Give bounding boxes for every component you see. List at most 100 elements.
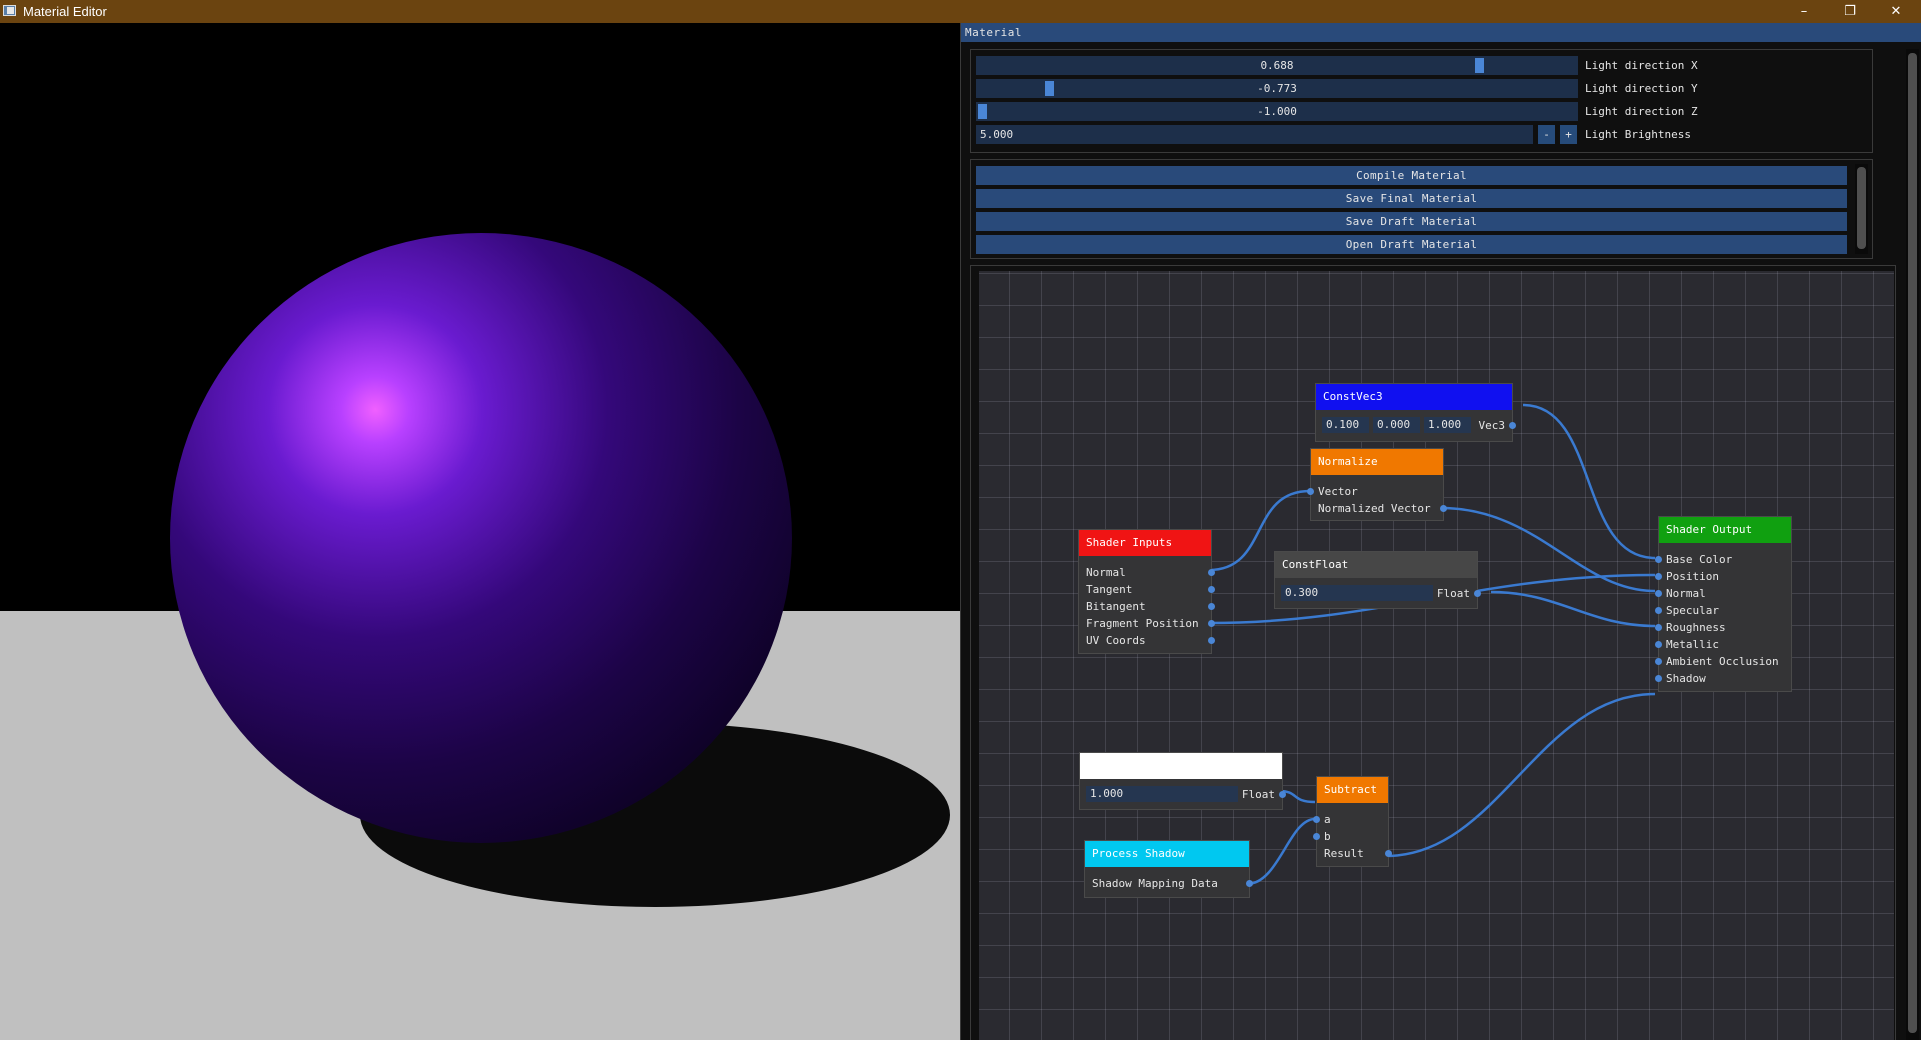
output-label: Float [1241,788,1275,801]
light-direction-z-slider[interactable]: -1.000 [976,102,1578,121]
node-row: Normal [1655,585,1791,602]
vec3-y-input[interactable]: 0.000 [1373,417,1420,433]
light-settings-group: 0.688 Light direction X -0.773 Light dir… [970,49,1873,153]
save-final-material-button[interactable]: Save Final Material [976,189,1847,208]
node-pins: a b Result [1313,811,1392,862]
render-viewport[interactable] [0,23,960,1040]
node-row: Shadow [1655,670,1791,687]
compile-material-button[interactable]: Compile Material [976,166,1847,185]
save-draft-material-button[interactable]: Save Draft Material [976,212,1847,231]
input-pin[interactable] [1655,556,1662,563]
input-pin[interactable] [1655,624,1662,631]
output-label: Shadow Mapping Data [1092,877,1218,890]
output-label: Normalized Vector [1318,502,1431,515]
node-row: Base Color [1655,551,1791,568]
input-label: Ambient Occlusion [1666,655,1779,668]
output-pin[interactable] [1208,569,1215,576]
scrollbar-thumb[interactable] [1857,167,1866,249]
input-pin[interactable] [1655,641,1662,648]
node-row: 0.100 0.000 1.000 Vec3 [1316,410,1516,440]
node-row: Normal [1079,564,1215,581]
panel-scrollbar[interactable] [1906,49,1919,1040]
output-pin[interactable] [1208,637,1215,644]
output-label: Result [1324,847,1364,860]
output-pin[interactable] [1440,505,1447,512]
slider-grab[interactable] [978,104,987,119]
node-subtract[interactable]: Subtract a b Result [1313,776,1392,867]
input-label: Specular [1666,604,1719,617]
node-row: 1.000 Float [1080,779,1286,809]
vec3-x-input[interactable]: 0.100 [1322,417,1369,433]
node-editor-canvas[interactable]: ConstVec3 0.100 0.000 1.000 Vec3 Normali… [979,271,1894,1040]
light-direction-y-slider[interactable]: -0.773 [976,79,1578,98]
light-direction-x-slider[interactable]: 0.688 [976,56,1578,75]
node-header[interactable]: Normalize [1311,449,1443,475]
node-row: Metallic [1655,636,1791,653]
node-header[interactable]: Shader Output [1659,517,1791,543]
scrollbar-thumb[interactable] [1908,53,1917,1033]
float-value-input[interactable]: 1.000 [1086,786,1238,802]
output-pin[interactable] [1208,586,1215,593]
node-header[interactable]: Shader Inputs [1079,530,1211,556]
light-brightness-label: Light Brightness [1585,128,1691,141]
node-constfloat[interactable]: ConstFloat 0.300 Float [1274,551,1481,609]
output-pin[interactable] [1474,590,1481,597]
node-header[interactable]: Process Shadow [1085,841,1249,867]
input-label: Shadow [1666,672,1706,685]
node-header[interactable]: Subtract [1317,777,1388,803]
restore-button[interactable]: ❐ [1827,0,1873,23]
output-label: Bitangent [1086,600,1146,613]
light-direction-y-label: Light direction Y [1585,82,1698,95]
input-pin[interactable] [1307,488,1314,495]
input-pin[interactable] [1655,658,1662,665]
output-pin[interactable] [1385,850,1392,857]
input-pin[interactable] [1313,816,1320,823]
output-pin[interactable] [1509,422,1516,429]
node-shader-output[interactable]: Shader Output Base Color Position Normal… [1655,516,1792,692]
scene-render [0,233,960,1040]
input-label: Base Color [1666,553,1733,566]
input-label: Vector [1318,485,1358,498]
light-brightness-input[interactable]: 5.000 [976,125,1533,144]
input-pin[interactable] [1655,607,1662,614]
slider-grab[interactable] [1045,81,1054,96]
node-constvec3[interactable]: ConstVec3 0.100 0.000 1.000 Vec3 [1315,383,1516,442]
node-header[interactable] [1080,753,1282,779]
input-pin[interactable] [1655,573,1662,580]
output-label: Fragment Position [1086,617,1199,630]
input-label: Metallic [1666,638,1719,651]
minimize-button[interactable]: – [1781,0,1827,23]
brightness-minus-button[interactable]: - [1538,125,1555,144]
link-vec3-to-base-color [1522,403,1656,560]
input-pin[interactable] [1655,590,1662,597]
slider-value: -1.000 [1257,105,1297,118]
node-float-unnamed[interactable]: 1.000 Float [1079,752,1286,810]
float-value-input[interactable]: 0.300 [1281,585,1433,601]
open-draft-material-button[interactable]: Open Draft Material [976,235,1847,254]
node-outputs: Normal Tangent Bitangent Fragment Positi… [1079,564,1215,649]
output-pin[interactable] [1279,791,1286,798]
input-pin[interactable] [1655,675,1662,682]
node-process-shadow[interactable]: Process Shadow Shadow Mapping Data [1084,840,1253,898]
node-normalize[interactable]: Normalize Vector Normalized Vector [1307,448,1447,521]
node-shader-inputs[interactable]: Shader Inputs Normal Tangent Bitangent F… [1078,529,1215,654]
node-row: UV Coords [1079,632,1215,649]
input-pin[interactable] [1313,833,1320,840]
node-inputs: Base Color Position Normal Specular Roug… [1655,551,1791,687]
output-pin[interactable] [1208,603,1215,610]
node-row: Bitangent [1079,598,1215,615]
node-header[interactable]: ConstVec3 [1316,384,1512,410]
close-button[interactable]: ✕ [1873,0,1919,23]
link-float-to-roughness [1490,590,1656,628]
node-header[interactable]: ConstFloat [1275,552,1477,578]
app-icon [3,5,16,16]
actions-scrollbar[interactable] [1855,164,1868,254]
brightness-plus-button[interactable]: + [1560,125,1577,144]
vec3-z-input[interactable]: 1.000 [1424,417,1471,433]
light-direction-x-label: Light direction X [1585,59,1698,72]
node-row: Fragment Position [1079,615,1215,632]
node-row: Shadow Mapping Data [1085,875,1253,892]
output-pin[interactable] [1246,880,1253,887]
output-pin[interactable] [1208,620,1215,627]
slider-grab[interactable] [1475,58,1484,73]
